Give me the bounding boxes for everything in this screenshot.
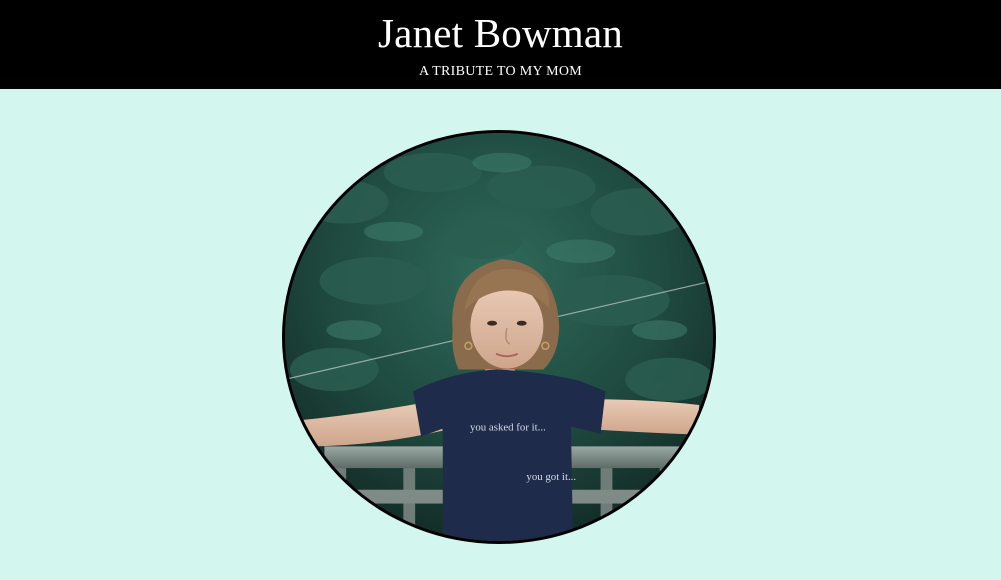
main-content: you asked for it... you got it... — [0, 89, 1001, 580]
portrait-photo: you asked for it... you got it... — [282, 130, 716, 544]
site-subtitle: A TRIBUTE TO MY MOM — [418, 64, 583, 79]
site-header: Janet Bowman A TRIBUTE TO MY MOM — [0, 0, 1001, 89]
portrait-illustration: you asked for it... you got it... — [285, 133, 713, 541]
shirt-text-1: you asked for it... — [470, 422, 546, 434]
shirt-text-2: you got it... — [526, 471, 576, 483]
site-title[interactable]: Janet Bowman — [0, 11, 1001, 55]
